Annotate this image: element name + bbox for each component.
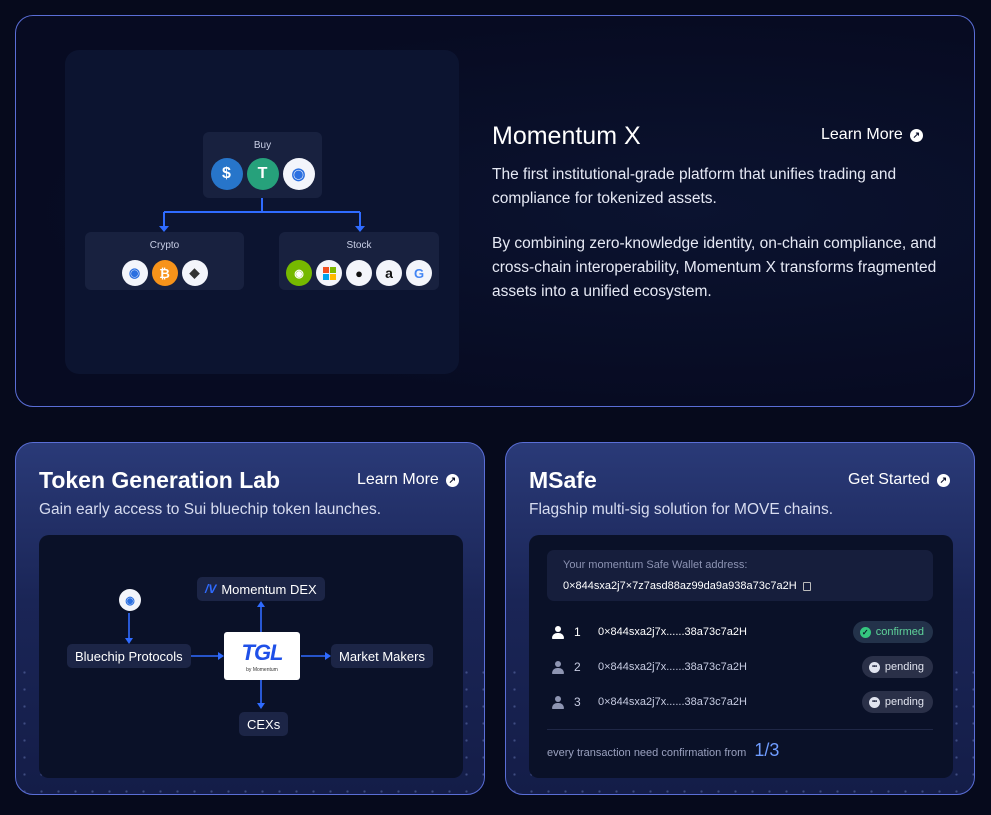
status-badge: ••• pending — [861, 691, 933, 713]
arrow-up-right-icon: ↗ — [936, 473, 950, 487]
wallet-address-value: 0×844sxa2j7×7z7asd88az99da9a938a73c7a2H — [563, 580, 797, 592]
crypto-node: Crypto ◉ ₿ ◆ — [85, 232, 244, 290]
status-badge: ••• pending — [861, 656, 933, 678]
signer-row: 2 0×844sxa2j7x......38a73c7a2H ••• pendi… — [547, 655, 933, 679]
arrow-up-right-icon: ↗ — [909, 128, 923, 142]
signer-row: 3 0×844sxa2j7x......38a73c7a2H ••• pendi… — [547, 690, 933, 714]
tgl-title: Token Generation Lab — [39, 467, 281, 493]
msafe-title: MSafe — [529, 467, 597, 493]
bluechip-protocols-node: Bluechip Protocols — [67, 644, 191, 668]
divider — [547, 729, 933, 730]
get-started-label: Get Started — [848, 471, 930, 488]
market-makers-label: Market Makers — [339, 648, 425, 664]
user-icon — [551, 660, 565, 674]
msafe-get-started-link[interactable]: Get Started ↗ — [848, 471, 950, 489]
signer-number: 2 — [574, 660, 581, 674]
token-generation-lab-card: Token Generation Lab Learn More ↗ Gain e… — [15, 442, 485, 795]
confirmation-threshold: 1/3 — [754, 740, 780, 760]
apple-icon: ● — [346, 260, 372, 286]
market-makers-node: Market Makers — [331, 644, 433, 668]
confirmation-text: every transaction need confirmation from — [547, 747, 747, 759]
momentum-x-diagram: Buy $ T ◉ Crypto ◉ ₿ ◆ Stock ◉ ● a G — [65, 50, 459, 374]
tgl-logo-mark: TGL — [241, 639, 284, 665]
cexs-node: CEXs — [239, 712, 289, 736]
momentum-logo-icon: /V — [205, 582, 217, 596]
learn-more-label: Learn More — [357, 471, 439, 488]
tgl-subtitle: Gain early access to Sui bluechip token … — [39, 501, 382, 518]
stock-label: Stock — [346, 240, 372, 251]
tgl-learn-more-link[interactable]: Learn More ↗ — [357, 471, 459, 489]
msafe-card: MSafe Get Started ↗ Flagship multi-sig s… — [505, 442, 975, 795]
amazon-icon: a — [376, 260, 402, 286]
wallet-address-label: Your momentum Safe Wallet address: — [563, 559, 748, 571]
ethereum-icon: ◆ — [181, 260, 208, 286]
google-icon: G — [406, 260, 432, 286]
check-icon: ✓ — [859, 626, 871, 638]
signer-address: 0×844sxa2j7x......38a73c7a2H — [598, 626, 747, 638]
msafe-panel: Your momentum Safe Wallet address: 0×844… — [529, 535, 953, 778]
signer-address: 0×844sxa2j7x......38a73c7a2H — [598, 661, 747, 673]
arrow-up-right-icon: ↗ — [445, 473, 459, 487]
diagram-connectors — [159, 198, 365, 232]
bluechip-protocols-label: Bluechip Protocols — [75, 648, 183, 664]
crypto-label: Crypto — [149, 240, 180, 251]
tgl-diagram: ◉ /V Momentum DEX Bluechip Protocols TGL… — [39, 535, 463, 778]
momentum-dex-node: /V Momentum DEX — [197, 577, 325, 601]
stock-node: Stock ◉ ● a G — [279, 232, 439, 290]
momentum-x-title: Momentum X — [492, 122, 641, 150]
status-badge: ✓ confirmed — [852, 621, 933, 643]
microsoft-icon — [316, 260, 342, 286]
tether-icon: T — [246, 158, 279, 190]
nvidia-icon: ◉ — [286, 260, 312, 286]
status-label: pending — [884, 661, 924, 673]
bitcoin-icon: ₿ — [151, 260, 178, 286]
sui-icon: ◉ — [121, 260, 148, 286]
signer-number: 1 — [574, 625, 581, 639]
confirmation-footer: every transaction need confirmation from… — [547, 740, 779, 761]
usdc-icon: $ — [210, 158, 243, 190]
copy-icon[interactable] — [802, 581, 811, 591]
user-icon — [551, 625, 565, 639]
momentum-x-description-2: By combining zero-knowledge identity, on… — [492, 235, 937, 300]
tgl-logo-by: by Momentum — [246, 666, 278, 673]
status-label: confirmed — [875, 626, 924, 638]
signer-row: 1 0×844sxa2j7x......38a73c7a2H ✓ confirm… — [547, 620, 933, 644]
sui-icon: ◉ — [282, 158, 315, 190]
signer-number: 3 — [574, 695, 581, 709]
buy-label: Buy — [253, 140, 272, 151]
momentum-x-description-1: The first institutional-grade platform t… — [492, 166, 897, 207]
momentum-x-card: Buy $ T ◉ Crypto ◉ ₿ ◆ Stock ◉ ● a G Mom… — [15, 15, 975, 407]
learn-more-label: Learn More — [821, 126, 903, 143]
cexs-label: CEXs — [247, 716, 281, 732]
tgl-logo: TGL by Momentum — [224, 632, 300, 680]
ellipsis-icon: ••• — [868, 661, 880, 673]
user-icon — [551, 695, 565, 709]
status-label: pending — [884, 696, 924, 708]
momentum-dex-label: Momentum DEX — [221, 581, 317, 597]
momentum-x-learn-more-link[interactable]: Learn More ↗ — [821, 126, 923, 144]
msafe-subtitle: Flagship multi-sig solution for MOVE cha… — [529, 501, 834, 518]
ellipsis-icon: ••• — [868, 696, 880, 708]
signer-address: 0×844sxa2j7x......38a73c7a2H — [598, 696, 747, 708]
wallet-address-box: Your momentum Safe Wallet address: 0×844… — [547, 550, 933, 601]
buy-node: Buy $ T ◉ — [203, 132, 322, 198]
sui-icon: ◉ — [119, 589, 141, 611]
